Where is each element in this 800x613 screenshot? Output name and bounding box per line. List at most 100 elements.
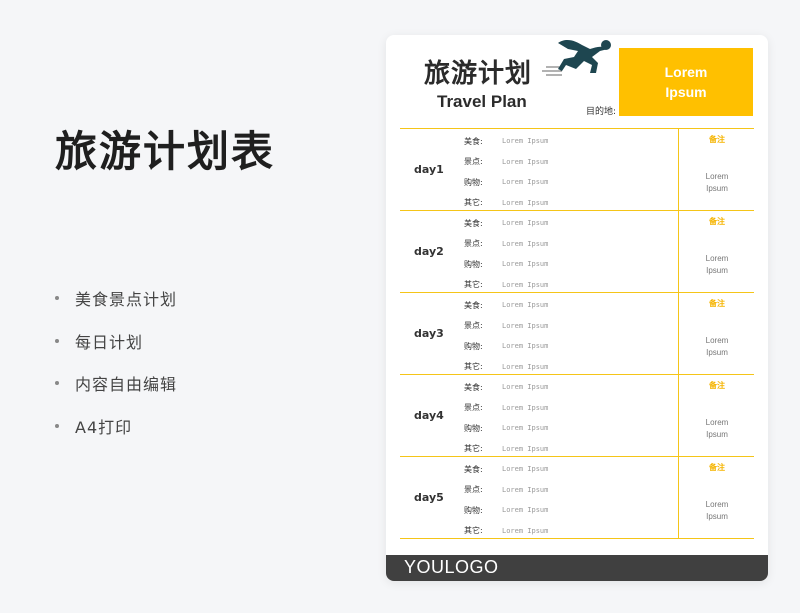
- item-value: Lorem Ipsum: [502, 424, 549, 433]
- note-title: 备注: [709, 381, 725, 390]
- bullet-icon: [55, 423, 59, 428]
- item-row: 其它: Lorem Ipsum: [464, 357, 548, 378]
- note-title: 备注: [709, 299, 725, 308]
- item-label: 购物:: [464, 423, 483, 433]
- note-value: Lorem Ipsum: [705, 418, 729, 439]
- document-subtitle: Travel Plan: [437, 92, 527, 111]
- item-value: Lorem Ipsum: [502, 219, 549, 228]
- notes-cell: 备注 Lorem Ipsum: [678, 293, 755, 374]
- day-items: 美食: Lorem Ipsum 景点: Lorem Ipsum 购物: Lorem I…: [464, 213, 548, 295]
- note-title: 备注: [709, 463, 725, 472]
- item-label: 景点:: [464, 239, 483, 249]
- day-items: 美食: Lorem Ipsum 景点: Lorem Ipsum 购物: Lorem I…: [464, 295, 548, 377]
- day-items: 美食: Lorem Ipsum 景点: Lorem Ipsum 购物: Lorem I…: [464, 377, 548, 459]
- item-label: 其它:: [464, 280, 483, 290]
- destination-value: Lorem Ipsum: [664, 64, 708, 100]
- item-value: Lorem Ipsum: [502, 301, 549, 310]
- item-row: 美食: Lorem Ipsum: [464, 459, 548, 480]
- day-row: day5 美食: Lorem Ipsum 景点: Lorem Ipsum 购物: Lo…: [400, 457, 754, 539]
- day-row: day1 美食: Lorem Ipsum 景点: Lorem Ipsum 购物: Lo…: [400, 129, 754, 211]
- item-value: Lorem Ipsum: [502, 137, 549, 146]
- note-value: Lorem Ipsum: [705, 336, 729, 357]
- day-label: day4: [414, 409, 444, 422]
- note-value: Lorem Ipsum: [705, 254, 729, 275]
- item-row: 购物: Lorem Ipsum: [464, 254, 548, 275]
- item-value: Lorem Ipsum: [502, 444, 549, 453]
- item-label: 其它:: [464, 526, 483, 536]
- feature-label: 每日计划: [75, 332, 144, 352]
- item-row: 其它: Lorem Ipsum: [464, 521, 548, 542]
- running-man-icon: [558, 39, 611, 73]
- feature-item: 每日计划: [55, 330, 177, 352]
- footer-logo: YOULOGO: [404, 557, 499, 577]
- feature-label: 内容自由编辑: [75, 375, 178, 394]
- day-row: day2 美食: Lorem Ipsum 景点: Lorem Ipsum 购物: Lo…: [400, 211, 754, 293]
- note-text: Lorem Ipsum: [679, 171, 755, 195]
- feature-item: A4打印: [55, 415, 177, 437]
- item-label: 购物:: [464, 505, 483, 515]
- item-value: Lorem Ipsum: [502, 342, 549, 351]
- item-value: Lorem Ipsum: [502, 157, 549, 166]
- item-label: 购物:: [464, 177, 483, 187]
- item-label: 景点:: [464, 157, 483, 167]
- item-value: Lorem Ipsum: [502, 485, 549, 494]
- item-value: Lorem Ipsum: [502, 198, 549, 207]
- item-value: Lorem Ipsum: [502, 403, 549, 412]
- item-row: 景点: Lorem Ipsum: [464, 398, 548, 419]
- feature-item: 内容自由编辑: [55, 372, 177, 394]
- item-row: 美食: Lorem Ipsum: [464, 295, 548, 316]
- note-text: Lorem Ipsum: [679, 499, 755, 523]
- notes-cell: 备注 Lorem Ipsum: [678, 457, 755, 538]
- item-row: 美食: Lorem Ipsum: [464, 377, 548, 398]
- item-row: 景点: Lorem Ipsum: [464, 480, 548, 501]
- item-value: Lorem Ipsum: [502, 506, 549, 515]
- item-label: 美食:: [464, 218, 483, 228]
- item-label: 美食:: [464, 464, 483, 474]
- item-row: 景点: Lorem Ipsum: [464, 152, 548, 173]
- item-label: 购物:: [464, 341, 483, 351]
- item-label: 景点:: [464, 321, 483, 331]
- page-title: 旅游计划表: [55, 127, 276, 176]
- item-value: Lorem Ipsum: [502, 465, 549, 474]
- feature-list: 美食景点计划 每日计划 内容自由编辑 A4打印: [55, 287, 177, 457]
- feature-label: A4打印: [75, 417, 133, 437]
- item-value: Lorem Ipsum: [502, 260, 549, 269]
- item-row: 其它: Lorem Ipsum: [464, 193, 548, 214]
- feature-item: 美食景点计划: [55, 287, 177, 309]
- item-label: 景点:: [464, 485, 483, 495]
- notes-cell: 备注 Lorem Ipsum: [678, 375, 755, 456]
- item-value: Lorem Ipsum: [502, 383, 549, 392]
- item-row: 其它: Lorem Ipsum: [464, 439, 548, 460]
- item-value: Lorem Ipsum: [502, 178, 549, 187]
- note-value: Lorem Ipsum: [705, 500, 729, 521]
- day-label: day2: [414, 245, 444, 258]
- item-value: Lorem Ipsum: [502, 280, 549, 289]
- destination-box: Lorem Ipsum: [619, 48, 753, 116]
- document-title: 旅游计划: [424, 59, 533, 89]
- item-label: 购物:: [464, 259, 483, 269]
- bullet-icon: [55, 338, 59, 343]
- item-row: 购物: Lorem Ipsum: [464, 172, 548, 193]
- day-label: day1: [414, 163, 444, 176]
- notes-cell: 备注 Lorem Ipsum: [678, 129, 755, 210]
- note-text: Lorem Ipsum: [679, 335, 755, 359]
- bullet-icon: [55, 296, 59, 300]
- day-items: 美食: Lorem Ipsum 景点: Lorem Ipsum 购物: Lorem I…: [464, 131, 548, 213]
- item-row: 景点: Lorem Ipsum: [464, 234, 548, 255]
- plan-table: day1 美食: Lorem Ipsum 景点: Lorem Ipsum 购物: Lo…: [400, 128, 754, 539]
- item-value: Lorem Ipsum: [502, 321, 549, 330]
- item-row: 美食: Lorem Ipsum: [464, 213, 548, 234]
- item-label: 其它:: [464, 362, 483, 372]
- note-title: 备注: [709, 135, 725, 144]
- note-value: Lorem Ipsum: [705, 172, 729, 193]
- day-items: 美食: Lorem Ipsum 景点: Lorem Ipsum 购物: Lorem I…: [464, 459, 548, 541]
- item-label: 美食:: [464, 136, 483, 146]
- item-value: Lorem Ipsum: [502, 362, 549, 371]
- note-text: Lorem Ipsum: [679, 417, 755, 441]
- item-row: 购物: Lorem Ipsum: [464, 500, 548, 521]
- bullet-icon: [55, 381, 59, 385]
- item-value: Lorem Ipsum: [502, 526, 549, 535]
- item-label: 美食:: [464, 382, 483, 392]
- item-row: 购物: Lorem Ipsum: [464, 336, 548, 357]
- feature-label: 美食景点计划: [75, 290, 178, 309]
